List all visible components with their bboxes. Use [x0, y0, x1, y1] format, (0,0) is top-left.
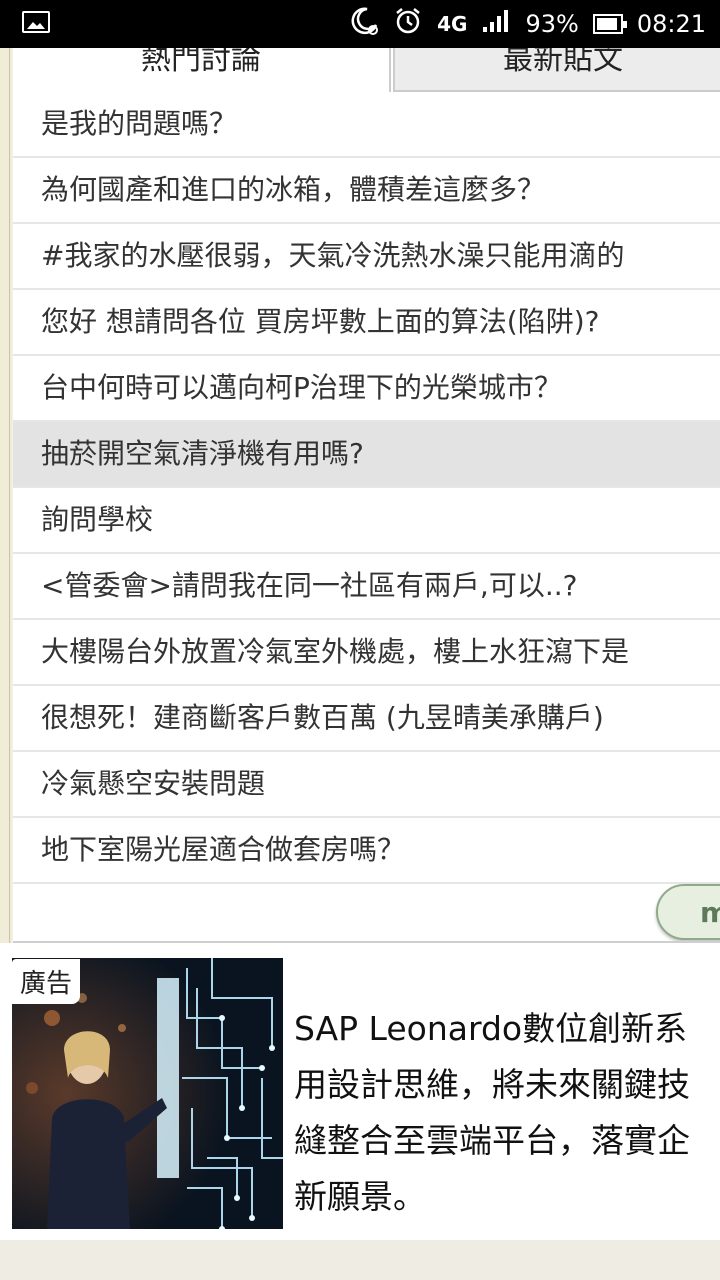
topic-item[interactable]: 地下室陽光屋適合做套房嗎？ — [13, 818, 720, 884]
topic-item[interactable]: 很想死！建商斷客戶數百萬 (九昱晴美承購戶) — [13, 686, 720, 752]
topic-item[interactable]: 台中何時可以邁向柯P治理下的光榮城市？ — [13, 356, 720, 422]
ad-text[interactable]: SAP Leonardo數位創新系 用設計思維，將未來關鍵技 縫整合至雲端平台，… — [294, 1001, 720, 1225]
topic-list: 是我的問題嗎？ 為何國產和進口的冰箱，體積差這麼多？ #我家的水壓很弱，天氣冷洗… — [13, 92, 720, 884]
topic-item-highlighted[interactable]: 抽菸開空氣清淨機有用嗎? — [13, 422, 720, 488]
status-bar: 4G 93% 08:21 — [0, 0, 720, 48]
topic-item[interactable]: 大樓陽台外放置冷氣室外機處，樓上水狂瀉下是 — [13, 620, 720, 686]
battery-percent: 93% — [525, 10, 579, 38]
do-not-disturb-moon-icon — [349, 6, 379, 42]
clock-time: 08:21 — [636, 10, 706, 38]
topic-item[interactable]: 您好 想請問各位 買房坪數上面的算法(陷阱)? — [13, 290, 720, 356]
topic-item[interactable]: #我家的水壓很弱，天氣冷洗熱水澡只能用滴的 — [13, 224, 720, 290]
tab-latest-posts[interactable]: 最新貼文 — [393, 48, 720, 92]
topic-item[interactable]: 詢問學校 — [13, 488, 720, 554]
page-bottom-background — [0, 1240, 720, 1280]
battery-icon — [592, 14, 627, 34]
signal-strength-icon — [481, 9, 511, 39]
advertisement[interactable]: 廣告 SAP Leonardo數位創新系 用設計思維，將未來關鍵技 縫整合至雲端… — [0, 943, 720, 1240]
topic-item[interactable]: 為何國產和進口的冰箱，體積差這麼多？ — [13, 158, 720, 224]
alarm-clock-icon — [393, 6, 423, 42]
topic-item[interactable]: <管委會>請問我在同一社區有兩戶,可以..? — [13, 554, 720, 620]
tab-hot-topics[interactable]: 熱門討論 — [13, 48, 391, 92]
topic-item[interactable]: 冷氣懸空安裝問題 — [13, 752, 720, 818]
battery-level-fill — [596, 18, 617, 30]
network-type-label: 4G — [437, 12, 468, 36]
ad-label: 廣告 — [12, 959, 81, 1004]
more-button[interactable]: m — [656, 884, 720, 940]
topic-panel: 熱門討論 最新貼文 是我的問題嗎？ 為何國產和進口的冰箱，體積差這麼多？ #我家… — [13, 48, 720, 943]
gallery-notification-icon — [22, 11, 50, 33]
topic-item[interactable]: 是我的問題嗎？ — [13, 92, 720, 158]
